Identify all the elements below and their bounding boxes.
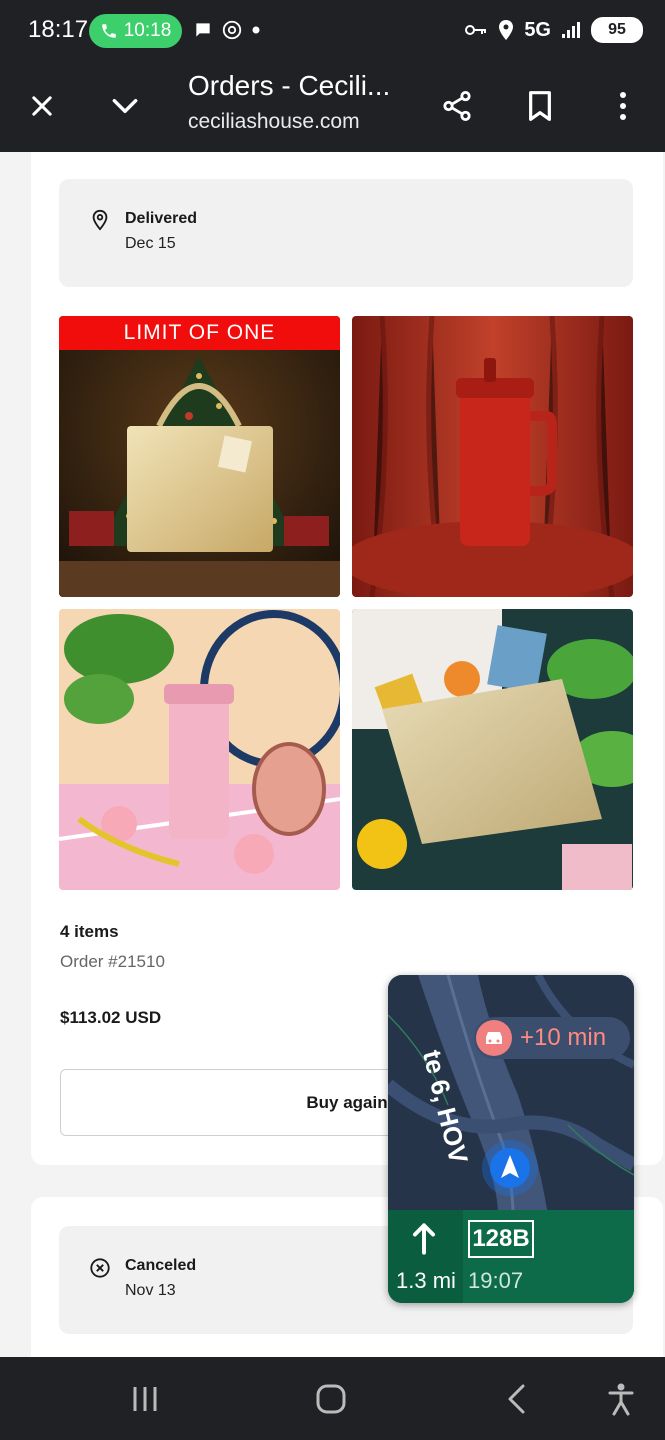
system-icons: 5G 95 <box>464 17 643 43</box>
home-icon <box>316 1384 346 1414</box>
recents-icon <box>133 1387 157 1411</box>
share-icon <box>443 90 471 122</box>
home-button[interactable] <box>309 1377 353 1421</box>
recents-button[interactable] <box>123 1377 167 1421</box>
at-sign-icon <box>222 20 242 40</box>
more-options-button[interactable] <box>599 82 647 130</box>
location-icon <box>499 20 514 40</box>
accessibility-button[interactable] <box>599 1377 643 1421</box>
call-chip[interactable]: 10:18 <box>89 14 182 48</box>
key-icon <box>465 25 487 35</box>
notification-icons <box>193 19 261 41</box>
order-status-box: Delivered Dec 15 <box>59 179 633 287</box>
product-image-tote-books[interactable] <box>352 609 633 890</box>
phone-icon <box>101 24 116 38</box>
location-pin-icon <box>92 209 108 231</box>
arrow-up-icon <box>412 1223 436 1255</box>
share-button[interactable] <box>433 82 481 130</box>
items-count: 4 items <box>60 922 119 941</box>
signal-icon <box>562 22 580 38</box>
chevron-down-icon <box>112 98 138 114</box>
system-nav-bar <box>0 1357 665 1440</box>
more-vert-icon <box>620 92 626 120</box>
bookmark-button[interactable] <box>516 82 564 130</box>
distance-to-turn: 1.3 mi <box>396 1268 456 1293</box>
product-image-red-tumbler[interactable] <box>352 316 633 597</box>
order-number: Order #21510 <box>60 952 165 971</box>
map-view <box>388 975 634 1215</box>
status-bar: 18:17 10:18 5G 95 <box>0 0 665 62</box>
traffic-delay-chip: +10 min <box>474 1017 630 1059</box>
product-image-pink-tumbler[interactable] <box>59 609 340 890</box>
network-label: 5G <box>524 18 551 41</box>
order-status: Delivered <box>125 210 198 227</box>
order-total: $113.02 USD <box>60 1008 162 1027</box>
maps-navigation-overlay[interactable]: te 6, HOV +10 min 128B 1.3 mi 19:07 <box>388 975 634 1303</box>
close-icon <box>32 96 52 116</box>
chat-bubble-icon <box>196 23 210 37</box>
accessibility-icon <box>608 1383 634 1416</box>
page-url[interactable]: ceciliashouse.com <box>188 110 368 134</box>
exit-number: 128B <box>468 1220 534 1258</box>
eta: 19:07 <box>468 1268 524 1293</box>
order-date: Nov 13 <box>125 1282 176 1299</box>
custom-tab-toolbar: Orders - Cecili... ceciliashouse.com <box>0 62 665 152</box>
close-button[interactable] <box>18 82 66 130</box>
battery-indicator: 95 <box>591 17 643 43</box>
order-date: Dec 15 <box>125 235 176 252</box>
order-status: Canceled <box>125 1257 197 1274</box>
call-timer: 10:18 <box>123 20 172 41</box>
bookmark-icon <box>529 91 551 121</box>
minimize-button[interactable] <box>101 82 149 130</box>
product-image-tote-christmas[interactable]: LIMIT OF ONE <box>59 316 340 597</box>
back-icon <box>508 1384 525 1414</box>
battery-level: 95 <box>608 21 626 38</box>
navigation-bar: 128B 1.3 mi 19:07 <box>388 1210 634 1303</box>
status-time: 18:17 <box>28 16 89 43</box>
limit-banner: LIMIT OF ONE <box>59 316 340 350</box>
delay-text: +10 min <box>520 1024 607 1051</box>
dot-icon <box>252 26 260 34</box>
page-title: Orders - Cecili... <box>188 70 391 101</box>
car-icon <box>476 1020 512 1056</box>
back-button[interactable] <box>495 1377 539 1421</box>
cancel-circle-icon <box>90 1258 110 1278</box>
